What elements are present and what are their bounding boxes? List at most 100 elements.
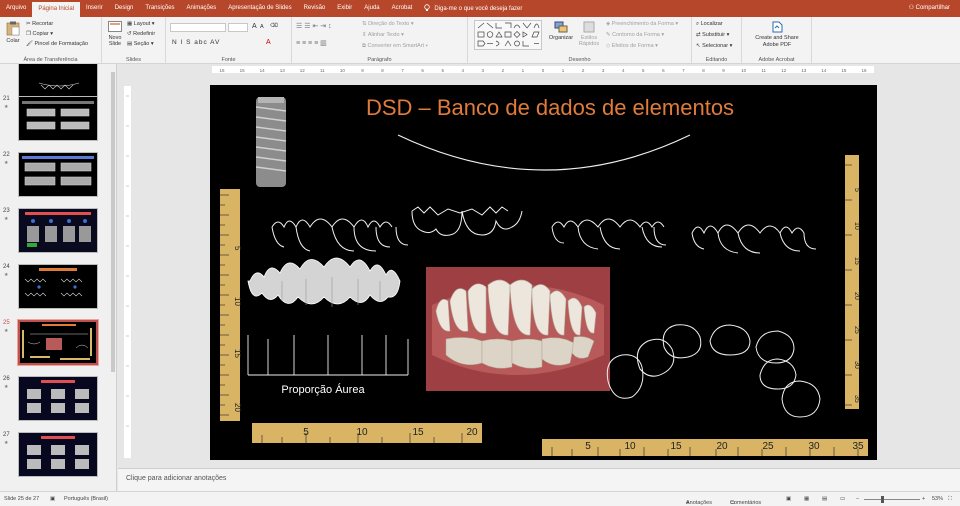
language-status[interactable]: Português (Brasil)	[64, 496, 108, 502]
tab-insert[interactable]: Inserir	[80, 0, 109, 17]
find-label: Localizar	[700, 21, 723, 27]
right-ruler[interactable]: 5 10 15 20 25 30 35	[845, 155, 860, 409]
right-ruler-label: 5	[853, 188, 860, 192]
zoom-slider-thumb[interactable]	[881, 496, 884, 503]
fit-slide-button[interactable]: ⛶	[948, 496, 952, 503]
tab-acrobat[interactable]: Acrobat	[386, 0, 419, 17]
section-button[interactable]: ▤ Seção ▾	[127, 41, 154, 47]
teeth-outline-set-1[interactable]	[271, 218, 409, 252]
clear-format-button[interactable]: ⌫	[270, 23, 278, 29]
text-direction-button[interactable]: ⇅ Direção do Texto ▾	[362, 21, 414, 27]
reading-view-button[interactable]: ▤	[822, 496, 827, 502]
bottom-left-ruler[interactable]: 5 10 15 20	[252, 423, 482, 443]
find-button[interactable]: ⌕ Localizar	[696, 21, 723, 28]
paste-button[interactable]: Colar	[3, 21, 23, 44]
tab-help[interactable]: Ajuda	[358, 0, 385, 17]
replace-icon: ⇄	[696, 32, 701, 38]
slide-thumbnail[interactable]: 22 ★	[0, 152, 116, 204]
ruler-tick-label: 14	[260, 68, 266, 73]
decrease-font-button[interactable]: A	[260, 24, 264, 30]
slide-sorter-button[interactable]: ▦	[804, 496, 809, 502]
tab-view[interactable]: Exibir	[331, 0, 358, 17]
smartart-button[interactable]: ⧉ Converter em SmartArt ▾	[362, 43, 428, 50]
bottom-right-ruler-label: 5	[585, 441, 591, 452]
new-slide-button[interactable]: Novo Slide	[105, 21, 125, 47]
slide-thumbnail[interactable]: 26 ★	[0, 376, 116, 428]
bullets-buttons[interactable]: ☰ ☰ ⇤ ⇥ ↕	[296, 22, 332, 30]
occlusal-outline[interactable]	[606, 324, 821, 418]
ruler-tick-label: 4	[461, 68, 464, 73]
tab-review[interactable]: Revisão	[298, 0, 332, 17]
tab-home[interactable]: Página Inicial	[32, 2, 81, 17]
dental-implant-image[interactable]	[255, 97, 287, 187]
bottom-left-ruler-label: 20	[466, 427, 478, 438]
pdf-icon	[772, 21, 782, 33]
font-size-select[interactable]	[228, 23, 248, 32]
shapes-gallery[interactable]	[474, 20, 542, 50]
font-color-button[interactable]: A	[266, 39, 271, 46]
arch-curve[interactable]	[397, 134, 691, 171]
drawing-group-label: Desenho	[568, 57, 591, 63]
shape-effects-button[interactable]: ◇ Efeitos de Forma ▾	[606, 43, 658, 49]
shape-fill-label: Preenchimento da Forma	[611, 21, 674, 27]
notes-pane[interactable]: Clique para adicionar anotações	[118, 468, 960, 491]
tab-slideshow[interactable]: Apresentação de Slides	[222, 0, 297, 17]
zoom-in-button[interactable]: +	[922, 496, 925, 502]
golden-proportion-caption[interactable]: Proporção Áurea	[281, 383, 365, 396]
select-button[interactable]: ↖ Selecionar ▾	[696, 43, 732, 49]
tell-me-box[interactable]: Diga-me o que você deseja fazer	[424, 3, 522, 14]
layout-icon: ▦	[127, 21, 133, 27]
teeth-outline-set-4[interactable]	[691, 224, 817, 254]
slide-thumbnail-selected[interactable]: 25 ★	[0, 319, 116, 372]
increase-font-button[interactable]: A	[252, 23, 257, 30]
notes-toggle-label: Anotações	[686, 500, 712, 506]
align-text-button[interactable]: ⇕ Alinhar Texto ▾	[362, 32, 404, 38]
create-pdf-button[interactable]: Create and Share Adobe PDF	[748, 21, 806, 49]
zoom-slider[interactable]	[864, 499, 920, 500]
slide-thumbnail[interactable]: 27 ★	[0, 432, 116, 484]
current-slide[interactable]: DSD – Banco de dados de elementos 5 10 1…	[210, 85, 877, 460]
smile-photo[interactable]	[426, 267, 610, 391]
slide-title[interactable]: DSD – Banco de dados de elementos	[366, 95, 734, 120]
shape-outline-button[interactable]: ✎ Contorno da Forma ▾	[606, 32, 664, 38]
slide-thumbnail[interactable]: 23 ★	[0, 208, 116, 260]
normal-view-button[interactable]: ▣	[786, 496, 791, 502]
tab-file[interactable]: Arquivo	[0, 0, 32, 17]
slide-thumbnail-image	[18, 264, 98, 309]
tab-animations[interactable]: Animações	[181, 0, 223, 17]
acrobat-group-label: Adobe Acrobat	[758, 57, 795, 63]
bottom-right-ruler[interactable]: 5 10 15 20 25 30 35	[542, 439, 868, 456]
golden-proportion-grid[interactable]	[247, 335, 409, 376]
align-buttons[interactable]: ≡ ≡ ≡ ≡ ▥	[296, 39, 327, 47]
bottom-right-ruler-label: 25	[762, 441, 774, 452]
thumbnails-scrollbar[interactable]	[111, 72, 115, 372]
replace-button[interactable]: ⇄ Substituir ▾	[696, 32, 729, 38]
zoom-level[interactable]: 53%	[932, 496, 943, 502]
format-painter-button[interactable]: 🖌 Pincel de Formatação	[26, 41, 88, 47]
font-style-buttons[interactable]: N I S abc AV	[172, 39, 220, 46]
slide-thumbnail[interactable]: 21 ★	[0, 96, 116, 148]
quick-styles-button[interactable]: Estilos Rápidos	[576, 21, 602, 47]
align-text-label: Alinhar Texto	[367, 32, 400, 38]
shape-fill-button[interactable]: ◈ Preenchimento da Forma ▾	[606, 21, 678, 27]
veneers-image[interactable]	[247, 257, 401, 307]
slide-thumbnail[interactable]: 24 ★	[0, 264, 116, 316]
zoom-out-button[interactable]: −	[856, 496, 859, 502]
slideshow-button[interactable]: ▭	[840, 496, 845, 502]
paste-label: Colar	[6, 38, 20, 44]
tab-design[interactable]: Design	[109, 0, 140, 17]
teeth-outline-set-2[interactable]	[411, 206, 523, 236]
left-ruler[interactable]: 5 10 15 20	[220, 189, 242, 421]
tab-transitions[interactable]: Transições	[139, 0, 180, 17]
teeth-outline-set-3[interactable]	[551, 218, 667, 250]
arrange-button[interactable]: Organizar	[546, 21, 576, 41]
share-button[interactable]: ⚇ Compartilhar	[909, 0, 950, 17]
layout-button[interactable]: ▦ Layout ▾	[127, 21, 155, 27]
ruler-tick-label: 9	[361, 68, 364, 73]
spellcheck-icon[interactable]: ▣	[50, 496, 55, 502]
font-name-select[interactable]	[170, 23, 226, 32]
copy-button[interactable]: ❐ Copiar ▾	[26, 31, 53, 37]
reset-button[interactable]: ↺ Redefinir	[127, 31, 155, 37]
ruler-tick-label: 0	[542, 68, 545, 73]
cut-button[interactable]: ✂ Recortar	[26, 21, 53, 27]
